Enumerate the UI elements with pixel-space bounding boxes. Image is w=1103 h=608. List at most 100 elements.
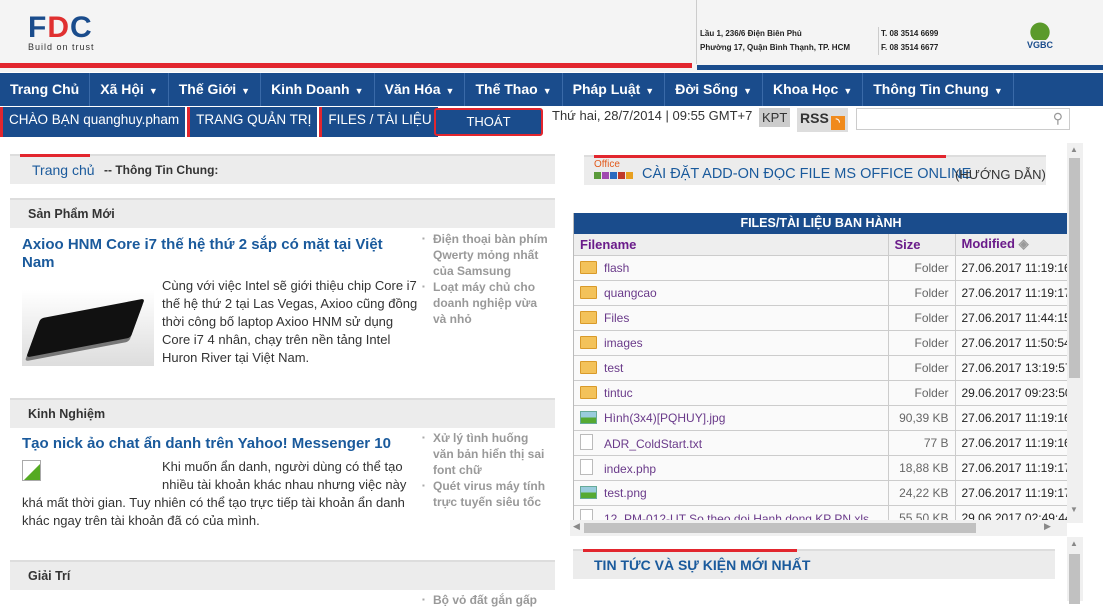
scroll-up-icon[interactable]: ▲	[1070, 145, 1078, 154]
related-link[interactable]: Quét virus máy tính trực tuyến siêu tốc	[422, 478, 552, 510]
guide-link[interactable]: (HƯỚNG DẪN)	[955, 167, 1046, 182]
file-row[interactable]: test Folder 27.06.2017 13:19:57	[574, 355, 1068, 381]
section-title[interactable]: Kinh Nghiệm	[28, 407, 105, 421]
kpt-button[interactable]: KPT	[759, 108, 791, 127]
related-link[interactable]: Xử lý tình huống văn bản hiển thị sai fo…	[422, 430, 552, 478]
article-title[interactable]: Tạo nick ảo chat ẩn danh trên Yahoo! Mes…	[22, 435, 422, 453]
nav-item[interactable]: Thế Thao ▼	[465, 73, 563, 106]
fdc-logo[interactable]: FDC Build on trust	[28, 13, 95, 53]
scrollbar-thumb[interactable]	[1069, 158, 1080, 378]
file-size: 90,39 KB	[888, 405, 956, 431]
greeting[interactable]: CHÀO BẠN quanghuy.pham	[0, 107, 186, 137]
section-title[interactable]: Giải Trí	[28, 569, 70, 583]
file-row[interactable]: flash Folder 27.06.2017 11:19:16	[574, 255, 1068, 281]
scroll-right-icon[interactable]: ▶	[1044, 521, 1051, 532]
nav-item[interactable]: Văn Hóa ▼	[375, 73, 466, 106]
file-icon	[580, 459, 593, 475]
file-row[interactable]: Hình(3x4)[PQHUY].jpg 90,39 KB 27.06.2017 1…	[574, 405, 1068, 431]
file-name-cell[interactable]: test	[574, 355, 889, 381]
logout-button[interactable]: THOÁT	[434, 108, 543, 136]
file-name-cell[interactable]: index.php	[574, 455, 889, 481]
chevron-down-icon: ▼	[148, 86, 158, 96]
file-row[interactable]: test.png 24,22 KB 27.06.2017 11:19:17	[574, 480, 1068, 506]
column-modified-label: Modified	[961, 236, 1015, 252]
file-name-cell[interactable]: images	[574, 330, 889, 356]
folder-icon	[580, 260, 597, 274]
file-name-cell[interactable]: tintuc	[574, 380, 889, 406]
file-modified: 27.06.2017 11:19:16	[955, 405, 1068, 431]
column-modified[interactable]: Modified ◈	[955, 234, 1068, 256]
nav-item[interactable]: Khoa Học ▼	[763, 73, 864, 106]
file-row[interactable]: Files Folder 27.06.2017 11:44:15	[574, 305, 1068, 331]
admin-link[interactable]: TRANG QUẢN TRỊ	[187, 107, 318, 137]
image-icon	[580, 485, 597, 499]
section-title[interactable]: Sản Phẩm Mới	[28, 207, 115, 221]
file-row[interactable]: index.php 18,88 KB 27.06.2017 11:19:17	[574, 455, 1068, 481]
file-row[interactable]: ADR_ColdStart.txt 77 B 27.06.2017 11:19:16	[574, 430, 1068, 456]
file-name-cell[interactable]: 12_PM-012-UT So theo doi Hanh dong KP PN…	[574, 505, 889, 521]
file-modified: 27.06.2017 11:19:17	[955, 280, 1068, 306]
article-title[interactable]: Axioo HNM Core i7 thế hệ thứ 2 sắp có mặ…	[22, 236, 412, 272]
scrollbar-thumb[interactable]	[1069, 554, 1080, 604]
file-row[interactable]: quangcao Folder 27.06.2017 11:19:17	[574, 280, 1068, 306]
scroll-up-icon[interactable]: ▲	[1070, 539, 1078, 548]
file-row[interactable]: images Folder 27.06.2017 11:50:54	[574, 330, 1068, 356]
file-name-cell[interactable]: ADR_ColdStart.txt	[574, 430, 889, 456]
blue-accent-bar	[697, 65, 1103, 70]
scroll-down-icon[interactable]: ▼	[1070, 505, 1078, 514]
user-bar: CHÀO BẠN quanghuy.pham TRANG QUẢN TRỊ FI…	[0, 107, 440, 137]
article-thumbnail[interactable]	[22, 290, 154, 366]
file-name-cell[interactable]: quangcao	[574, 280, 889, 306]
related-link[interactable]: Điện thoại bàn phím Qwerty mỏng nhất của…	[422, 231, 552, 279]
breadcrumb-current: -- Thông Tin Chung:	[104, 163, 219, 177]
search-input[interactable]: ⚲	[856, 108, 1070, 130]
nav-item[interactable]: Trang Chủ	[0, 73, 91, 106]
column-size[interactable]: Size	[888, 234, 956, 256]
address: Lầu 1, 236/6 Điện Biên Phủ Phường 17, Quậ…	[700, 27, 850, 55]
scrollbar-thumb[interactable]	[584, 523, 976, 533]
horizontal-scrollbar[interactable]: ◀ ▶	[570, 520, 1067, 536]
vgbc-logo: VGBC	[1005, 14, 1075, 50]
file-name-cell[interactable]: Files	[574, 305, 889, 331]
file-modified: 27.06.2017 11:44:15	[955, 305, 1068, 331]
file-row[interactable]: tintuc Folder 29.06.2017 09:23:50	[574, 380, 1068, 406]
vertical-scrollbar[interactable]: ▲ ▼	[1067, 143, 1083, 523]
column-filename[interactable]: Filename	[574, 234, 889, 256]
breadcrumb-home[interactable]: Trang chủ	[32, 162, 95, 178]
office-addon-link[interactable]: CÀI ĐẶT ADD-ON ĐỌC FILE MS OFFICE ONLINE	[642, 166, 971, 182]
nav-item[interactable]: Thông Tin Chung ▼	[863, 73, 1014, 106]
vgbc-text: VGBC	[1026, 40, 1053, 50]
nav-item[interactable]: Pháp Luật ▼	[563, 73, 666, 106]
nav-item[interactable]: Xã Hội ▼	[90, 73, 169, 106]
folder-icon	[580, 310, 597, 324]
nav-item[interactable]: Thế Giới ▼	[169, 73, 262, 106]
file-size: 18,88 KB	[888, 455, 956, 481]
file-name-cell[interactable]: Hình(3x4)[PQHUY].jpg	[574, 405, 889, 431]
file-row[interactable]: 12_PM-012-UT So theo doi Hanh dong KP PN…	[574, 505, 1068, 521]
search-icon[interactable]: ⚲	[1053, 110, 1063, 127]
chevron-down-icon: ▼	[993, 86, 1003, 96]
office-addon-banner: Office CÀI ĐẶT ADD-ON ĐỌC FILE MS OFFICE…	[584, 155, 1046, 185]
related-list: Xử lý tình huống văn bản hiển thị sai fo…	[422, 430, 552, 510]
breadcrumb: Trang chủ -- Thông Tin Chung:	[10, 154, 555, 184]
nav-item[interactable]: Kinh Doanh ▼	[261, 73, 375, 106]
vertical-scrollbar[interactable]: ▲	[1067, 537, 1083, 604]
text-icon	[580, 434, 593, 450]
file-modified: 27.06.2017 11:19:16	[955, 430, 1068, 456]
related-link[interactable]: Loạt máy chủ cho doanh nghiệp vừa và nhỏ	[422, 279, 552, 327]
office-logo-text: Office	[594, 159, 620, 170]
file-size: Folder	[888, 255, 956, 281]
nav-item[interactable]: Đời Sống ▼	[665, 73, 763, 106]
file-name-cell[interactable]: test.png	[574, 480, 889, 506]
file-table: Filename Size Modified ◈ flash Folder 27.0…	[574, 234, 1068, 521]
rss-link[interactable]: RSS ◝	[797, 108, 848, 132]
phone: T. 08 3514 6699	[881, 29, 939, 38]
file-name-cell[interactable]: flash	[574, 255, 889, 281]
file-name: test.png	[604, 485, 647, 500]
news-title[interactable]: TIN TỨC VÀ SỰ KIỆN MỚI NHẤT	[594, 557, 810, 573]
related-link[interactable]: Bộ vỏ đất gắn gấp	[422, 592, 552, 608]
scroll-left-icon[interactable]: ◀	[573, 521, 580, 532]
office-logo-icon: Office	[594, 160, 636, 182]
files-link[interactable]: FILES / TÀI LIỆU	[319, 107, 438, 137]
section-header: Giải Trí	[10, 560, 555, 590]
